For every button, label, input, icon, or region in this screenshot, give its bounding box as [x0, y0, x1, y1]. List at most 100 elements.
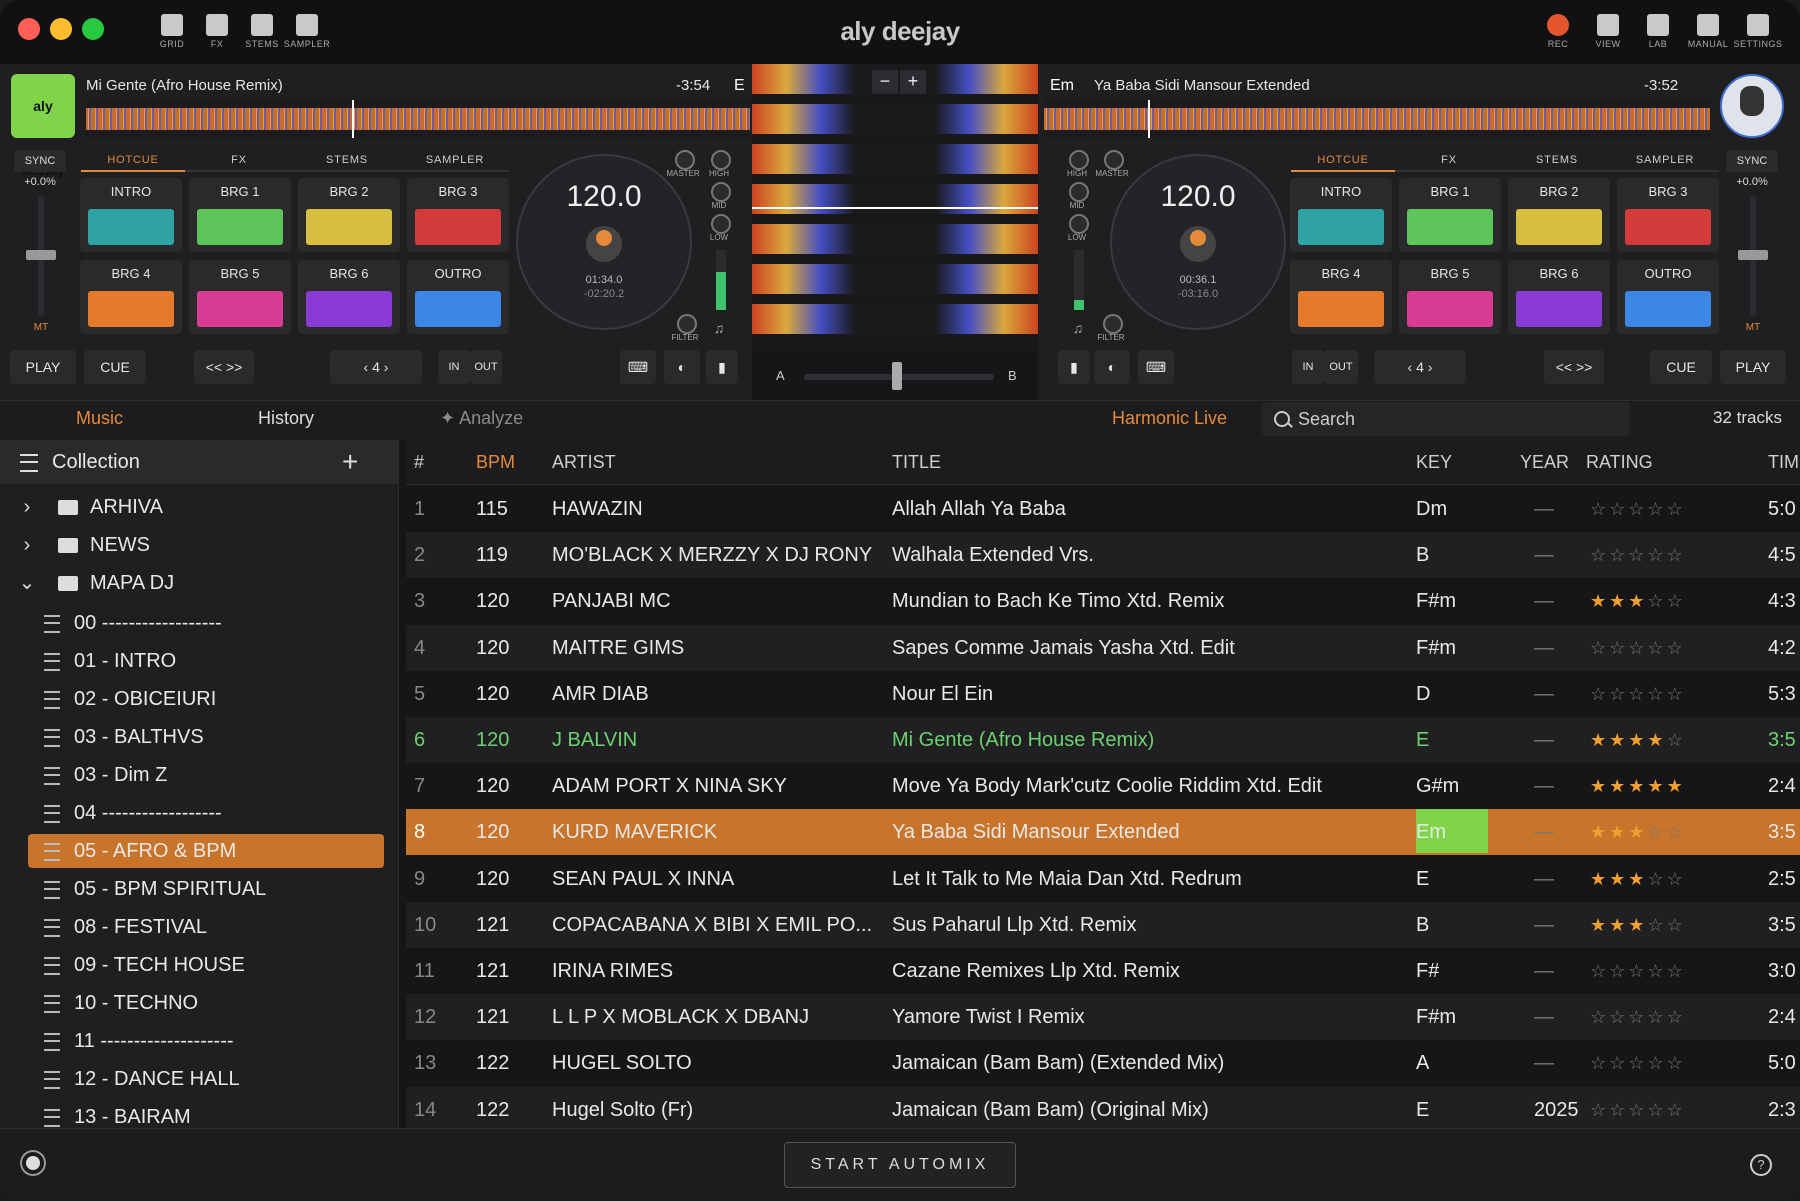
rating-stars[interactable]: ☆☆☆☆☆ [1590, 1007, 1686, 1028]
star-icon[interactable]: ★ [1590, 730, 1609, 750]
rating-stars[interactable]: ★★★★☆ [1590, 730, 1686, 751]
rating-stars[interactable]: ★★★☆☆ [1590, 915, 1686, 936]
star-icon[interactable]: ★ [1609, 822, 1628, 842]
column-key[interactable]: KEY [1416, 452, 1452, 473]
star-icon[interactable]: ☆ [1647, 1007, 1666, 1027]
rating-stars[interactable]: ★★★☆☆ [1590, 822, 1686, 843]
loop-next-icon[interactable]: › [1424, 359, 1433, 375]
star-icon[interactable]: ☆ [1667, 961, 1686, 981]
star-icon[interactable]: ☆ [1647, 638, 1666, 658]
star-icon[interactable]: ☆ [1667, 915, 1686, 935]
star-icon[interactable]: ☆ [1609, 1100, 1628, 1120]
table-row[interactable]: 12 121 L L P X MOBLACK X DBANJ Yamore Twist… [406, 994, 1800, 1041]
star-icon[interactable]: ☆ [1667, 638, 1686, 658]
table-row[interactable]: 4 120 MAITRE GIMS Sapes Comme Jamais Yasha … [406, 624, 1800, 671]
table-row[interactable]: 8 120 KURD MAVERICK Ya Baba Sidi Mansour Ex… [406, 809, 1800, 856]
star-icon[interactable]: ☆ [1609, 499, 1628, 519]
column-bpm[interactable]: BPM [476, 452, 515, 473]
zoom-out-button[interactable]: − [872, 70, 898, 94]
deck-right-loop-in-button[interactable]: IN [1292, 350, 1324, 384]
vocal-icon[interactable]: ◐ [1094, 350, 1130, 384]
deck-left-mt-label[interactable]: MT [26, 322, 56, 333]
chevron-icon[interactable]: › [18, 528, 36, 562]
zoom-in-button[interactable]: + [900, 70, 926, 94]
star-icon[interactable]: ☆ [1628, 499, 1647, 519]
rating-stars[interactable]: ★★★☆☆ [1590, 869, 1686, 890]
star-icon[interactable]: ☆ [1609, 961, 1628, 981]
star-icon[interactable]: ★ [1628, 915, 1647, 935]
deck-right-hotcue-pad[interactable]: BRG 2 [1508, 178, 1610, 252]
loop-prev-icon[interactable]: ‹ [364, 359, 373, 375]
table-row[interactable]: 9 120 SEAN PAUL X INNA Let It Talk to Me Ma… [406, 856, 1800, 902]
star-icon[interactable]: ☆ [1667, 1100, 1686, 1120]
pitch-handle[interactable] [26, 250, 56, 260]
mid-knob-right[interactable] [1069, 182, 1089, 202]
sidebar-playlist[interactable]: 10 - TECHNO [28, 986, 384, 1020]
rating-stars[interactable]: ★★★☆☆ [1590, 591, 1686, 612]
sidebar-playlist[interactable]: 01 - INTRO [28, 644, 384, 678]
sidebar-playlist[interactable]: 00 ------------------ [28, 606, 384, 640]
low-knob-right[interactable] [1069, 214, 1089, 234]
deck-left-hotcue-pad[interactable]: BRG 6 [298, 260, 400, 334]
deck-left-loop-in-button[interactable]: IN [438, 350, 470, 384]
deck-left-cue-button[interactable]: CUE [84, 350, 146, 384]
star-icon[interactable]: ☆ [1667, 545, 1686, 565]
table-row[interactable]: 2 119 MO'BLACK X MERZZY X DJ RONY Walhala E… [406, 532, 1800, 579]
sidebar-playlist[interactable]: 09 - TECH HOUSE [28, 948, 384, 982]
sidebar-folder[interactable]: › ARHIVA [18, 490, 378, 524]
headphones-icon[interactable]: ♫ [699, 320, 739, 336]
star-icon[interactable]: ★ [1667, 776, 1686, 796]
star-icon[interactable]: ☆ [1628, 545, 1647, 565]
rating-stars[interactable]: ☆☆☆☆☆ [1590, 499, 1686, 520]
harmonic-live-button[interactable]: Harmonic Live [1112, 408, 1227, 429]
filter-knob-left[interactable] [677, 314, 697, 334]
sidebar-folder[interactable]: ⌄ MAPA DJ [18, 566, 378, 600]
vocal-icon[interactable]: ◐ [664, 350, 700, 384]
table-row[interactable]: 13 122 HUGEL SOLTO Jamaican (Bam Bam) (Exte… [406, 1040, 1800, 1086]
crossfader-handle[interactable] [892, 362, 902, 390]
deck-left-hotcue-pad[interactable]: INTRO [80, 178, 182, 252]
sidebar-playlist[interactable]: 11 -------------------- [28, 1024, 384, 1058]
star-icon[interactable]: ☆ [1667, 1053, 1686, 1073]
star-icon[interactable]: ★ [1628, 776, 1647, 796]
star-icon[interactable]: ☆ [1590, 1100, 1609, 1120]
star-icon[interactable]: ★ [1628, 591, 1647, 611]
playhead[interactable] [1148, 100, 1150, 138]
tab-history[interactable]: History [258, 408, 314, 429]
star-icon[interactable]: ☆ [1667, 591, 1686, 611]
deck-right-play-button[interactable]: PLAY [1720, 350, 1786, 384]
keyboard-icon[interactable]: ⌨ [620, 350, 656, 384]
star-icon[interactable]: ☆ [1609, 1053, 1628, 1073]
deck-left-pitch-slider[interactable] [26, 196, 56, 316]
star-icon[interactable]: ★ [1590, 915, 1609, 935]
tab-fx[interactable]: FX [1395, 150, 1503, 172]
star-icon[interactable]: ★ [1628, 730, 1647, 750]
rating-stars[interactable]: ☆☆☆☆☆ [1590, 545, 1686, 566]
star-icon[interactable]: ☆ [1667, 869, 1686, 889]
star-icon[interactable]: ☆ [1667, 499, 1686, 519]
sidebar-playlist[interactable]: 04 ------------------ [28, 796, 384, 830]
star-icon[interactable]: ☆ [1590, 684, 1609, 704]
star-icon[interactable]: ☆ [1667, 1007, 1686, 1027]
star-icon[interactable]: ★ [1647, 776, 1666, 796]
keyboard-icon[interactable]: ⌨ [1138, 350, 1174, 384]
tab-hotcue[interactable]: HOTCUE [81, 150, 185, 172]
star-icon[interactable]: ☆ [1667, 730, 1686, 750]
column-year[interactable]: YEAR [1520, 452, 1569, 473]
star-icon[interactable]: ☆ [1609, 1007, 1628, 1027]
rating-stars[interactable]: ☆☆☆☆☆ [1590, 638, 1686, 659]
column-rating[interactable]: RATING [1586, 452, 1653, 473]
star-icon[interactable]: ★ [1628, 869, 1647, 889]
tab-sampler[interactable]: SAMPLER [401, 150, 509, 172]
star-icon[interactable]: ★ [1609, 776, 1628, 796]
deck-left-hotcue-pad[interactable]: BRG 4 [80, 260, 182, 334]
deck-right-hotcue-pad[interactable]: BRG 1 [1399, 178, 1501, 252]
sidebar-playlist[interactable]: 05 - AFRO & BPM [28, 834, 384, 868]
star-icon[interactable]: ★ [1609, 730, 1628, 750]
star-icon[interactable]: ☆ [1590, 545, 1609, 565]
deck-left-hotcue-pad[interactable]: OUTRO [407, 260, 509, 334]
star-icon[interactable]: ★ [1590, 822, 1609, 842]
star-icon[interactable]: ☆ [1628, 638, 1647, 658]
deck-right-pitch-slider[interactable] [1738, 196, 1768, 316]
add-playlist-button[interactable]: + [342, 446, 358, 478]
